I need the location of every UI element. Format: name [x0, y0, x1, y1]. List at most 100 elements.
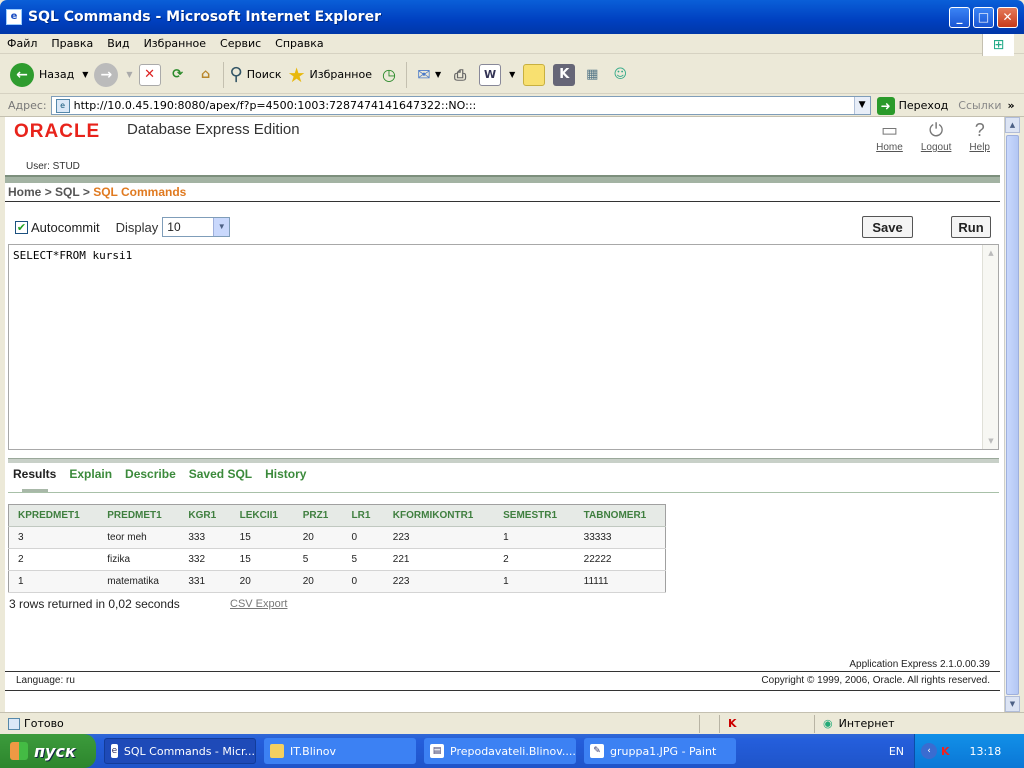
address-input[interactable]: e http://10.0.45.190:8080/apex/f?p=4500:…: [50, 96, 871, 115]
back-dropdown-icon[interactable]: ▼: [82, 70, 88, 79]
mail-icon[interactable]: ✉: [413, 64, 435, 86]
menu-view[interactable]: Вид: [100, 37, 136, 50]
go-button[interactable]: ➜ Переход: [876, 96, 949, 115]
mail-dropdown-icon[interactable]: ▼: [435, 70, 441, 79]
go-label: Переход: [898, 99, 949, 112]
save-button[interactable]: Save: [862, 216, 913, 238]
back-button[interactable]: ← Назад ▼: [10, 60, 88, 90]
table-cell: 5: [342, 548, 384, 571]
edit-word-icon[interactable]: W: [479, 63, 502, 86]
ie-page-icon: e: [6, 9, 22, 25]
table-cell: 0: [342, 570, 384, 593]
user-label: User: STUD: [26, 161, 80, 172]
column-header: KFORMIKONTR1: [383, 504, 495, 527]
menu-tools[interactable]: Сервис: [213, 37, 268, 50]
clock[interactable]: 13:18: [970, 745, 1002, 758]
table-cell: teor meh: [98, 526, 180, 549]
taskbar-item-sql-commands[interactable]: e SQL Commands - Micr...: [104, 738, 256, 764]
tray-chevron-icon[interactable]: ‹: [921, 743, 937, 759]
table-cell: 1: [494, 526, 575, 549]
window-title: SQL Commands - Microsoft Internet Explor…: [28, 9, 381, 25]
minimize-button[interactable]: _: [949, 6, 970, 28]
breadcrumb-sep: >: [82, 185, 90, 199]
tab-explain[interactable]: Explain: [69, 467, 112, 481]
logout-link[interactable]: ⏻ Logout: [921, 120, 952, 153]
links-label[interactable]: Ссылки: [958, 99, 1001, 112]
scroll-up-icon[interactable]: ▲: [1005, 117, 1020, 133]
footer-divider: [5, 671, 1000, 672]
breadcrumb-sql[interactable]: SQL: [55, 185, 79, 199]
display-select[interactable]: 10 ▼: [162, 217, 231, 237]
breadcrumb: Home > SQL > SQL Commands: [8, 185, 186, 199]
csv-export-link[interactable]: CSV Export: [230, 598, 287, 610]
search-button[interactable]: ⚲ Поиск: [230, 60, 282, 90]
tab-saved-sql[interactable]: Saved SQL: [189, 467, 252, 481]
discuss-icon[interactable]: [523, 63, 546, 86]
close-button[interactable]: ✕: [997, 6, 1018, 28]
taskbar-item-document[interactable]: ▤ Prepodavateli.Blinov....: [424, 738, 576, 764]
results-table: KPREDMET1 PREDMET1 KGR1 LEKCII1 PRZ1 LR1…: [8, 504, 666, 593]
maximize-button[interactable]: □: [973, 6, 994, 28]
page-content: ORACLE Database Express Edition User: ST…: [5, 117, 1004, 712]
kaspersky-status-icon[interactable]: K: [719, 714, 814, 733]
language-indicator[interactable]: EN: [889, 745, 904, 758]
column-header: TABNOMER1: [574, 504, 666, 527]
scroll-thumb[interactable]: [1006, 135, 1019, 695]
taskbar-item-paint[interactable]: ✎ gruppa1.JPG - Paint: [584, 738, 736, 764]
chevron-down-icon[interactable]: ▼: [213, 218, 230, 236]
table-cell: 2: [8, 548, 99, 571]
tab-describe[interactable]: Describe: [125, 467, 176, 481]
breadcrumb-home[interactable]: Home: [8, 185, 41, 199]
scroll-up-icon[interactable]: ▲: [983, 245, 999, 261]
edit-dropdown-icon[interactable]: ▼: [509, 70, 515, 79]
table-row: 1 matematika 331 20 20 0 223 1 11111: [8, 570, 666, 593]
messenger-icon[interactable]: ☺: [609, 64, 631, 86]
column-header: LEKCII1: [230, 504, 294, 527]
page-scrollbar[interactable]: ▲ ▼: [1004, 117, 1020, 712]
tab-results[interactable]: Results: [13, 467, 56, 481]
start-button[interactable]: пуск: [0, 734, 96, 768]
table-cell: 15: [230, 548, 294, 571]
print-icon[interactable]: ⎙: [449, 64, 471, 86]
research-icon[interactable]: ▦: [581, 64, 603, 86]
editor-scrollbar[interactable]: ▲ ▼: [982, 245, 998, 449]
menu-favorites[interactable]: Избранное: [137, 37, 213, 50]
table-cell: 223: [383, 570, 495, 593]
product-name: Database Express Edition: [127, 121, 300, 138]
oracle-logo: ORACLE: [14, 121, 101, 142]
forward-button[interactable]: → ▼: [94, 60, 133, 90]
sql-text[interactable]: SELECT*FROM kursi1: [13, 249, 132, 262]
scroll-down-icon[interactable]: ▼: [983, 433, 999, 449]
scroll-down-icon[interactable]: ▼: [1005, 696, 1020, 712]
menu-help[interactable]: Справка: [268, 37, 330, 50]
stop-icon[interactable]: ✕: [138, 63, 161, 86]
table-cell: 33333: [574, 526, 666, 549]
pane-splitter[interactable]: [8, 458, 999, 463]
sql-editor[interactable]: SELECT*FROM kursi1 ▲ ▼: [8, 244, 999, 450]
favorites-button[interactable]: ★ Избранное: [288, 60, 372, 90]
help-link[interactable]: ? Help: [969, 120, 990, 153]
address-dropdown-icon[interactable]: ▼: [853, 97, 870, 114]
menu-file[interactable]: Файл: [0, 37, 44, 50]
kaspersky-tray-icon[interactable]: K: [941, 745, 950, 758]
taskbar-item-label: SQL Commands - Micr...: [123, 744, 255, 758]
taskbar-item-folder[interactable]: IT.Blinov: [264, 738, 416, 764]
home-link[interactable]: ▭ Home: [876, 120, 903, 153]
table-cell: 333: [179, 526, 231, 549]
kaspersky-toolbar-icon[interactable]: K: [553, 63, 576, 86]
history-icon[interactable]: ◷: [378, 64, 400, 86]
forward-dropdown-icon: ▼: [126, 70, 133, 79]
title-bar: e SQL Commands - Microsoft Internet Expl…: [0, 0, 1024, 34]
home-icon[interactable]: ⌂: [195, 64, 217, 86]
autocommit-checkbox[interactable]: ✔: [15, 220, 28, 234]
table-header-row: KPREDMET1 PREDMET1 KGR1 LEKCII1 PRZ1 LR1…: [8, 504, 666, 527]
refresh-icon[interactable]: ⟳: [167, 64, 189, 86]
table-cell: 221: [383, 548, 495, 571]
address-url[interactable]: http://10.0.45.190:8080/apex/f?p=4500:10…: [74, 99, 854, 112]
menu-edit[interactable]: Правка: [44, 37, 100, 50]
table-cell: 1: [494, 570, 575, 593]
tab-history[interactable]: History: [265, 467, 306, 481]
table-cell: 11111: [574, 570, 666, 593]
chevron-right-icon[interactable]: »: [1008, 99, 1015, 112]
run-button[interactable]: Run: [951, 216, 991, 238]
